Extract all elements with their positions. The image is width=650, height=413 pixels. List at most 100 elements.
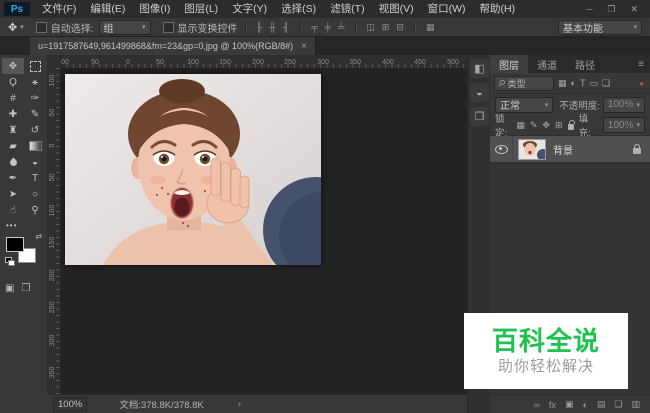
align-left-edges-icon[interactable]: ╟	[253, 22, 266, 32]
layer-lock-icon	[633, 148, 641, 154]
edit-toolbar-icon[interactable]: •••	[6, 221, 17, 230]
ellipse-tool[interactable]: ○	[24, 186, 46, 202]
adjustment-layer-icon[interactable]: ◐	[582, 400, 587, 410]
separator	[414, 21, 415, 33]
delete-layer-icon[interactable]: ▥	[631, 399, 640, 410]
crop-tool[interactable]: #	[2, 90, 24, 106]
link-layers-icon[interactable]: ∞	[534, 400, 540, 410]
rectangular-marquee-tool[interactable]	[24, 58, 46, 74]
filter-adjustment-layers-icon[interactable]: ◐	[571, 78, 576, 88]
document-tab[interactable]: u=1917587649,961499868&fm=23&gp=0.jpg @ …	[30, 37, 316, 55]
move-tool[interactable]: ✥	[2, 58, 24, 74]
layer-effects-icon[interactable]: fx	[549, 400, 556, 410]
align-vertical-centers-icon[interactable]: ╪	[321, 22, 334, 32]
tab-paths[interactable]: 路径	[566, 55, 604, 73]
maximize-icon[interactable]: ❐	[607, 4, 615, 15]
align-top-edges-icon[interactable]: ╤	[308, 22, 321, 32]
filter-toggle-icon[interactable]: ●	[639, 79, 646, 88]
chevron-down-icon: ▾	[636, 101, 640, 109]
gradient-tool[interactable]	[24, 138, 46, 154]
layer-thumbnail[interactable]	[518, 139, 546, 160]
filter-smart-objects-icon[interactable]: ❑	[602, 78, 610, 89]
dodge-tool[interactable]: ◒	[24, 154, 46, 170]
menu-filter[interactable]: 滤镜(T)	[323, 0, 371, 18]
path-selection-tool[interactable]: ➤	[2, 186, 24, 202]
blur-tool[interactable]	[2, 154, 24, 170]
auto-select-checkbox[interactable]	[36, 22, 47, 33]
lock-all-icon[interactable]	[568, 124, 574, 130]
menu-edit[interactable]: 编辑(E)	[83, 0, 132, 18]
close-icon[interactable]: ✕	[630, 4, 638, 15]
color-panel-icon[interactable]: ◧	[470, 59, 489, 78]
distribute-left-icon[interactable]: ◫	[363, 22, 379, 33]
menu-type[interactable]: 文字(Y)	[225, 0, 274, 18]
layer-mask-icon[interactable]: ▣	[565, 399, 574, 410]
workspace-dropdown[interactable]: 基本功能 ▾	[558, 20, 642, 35]
fill-dropdown[interactable]: 100% ▾	[603, 117, 645, 133]
menu-file[interactable]: 文件(F)	[35, 0, 83, 18]
separator	[300, 21, 301, 33]
distribute-right-icon[interactable]: ⊟	[393, 22, 408, 33]
status-chevron-icon[interactable]: ›	[238, 399, 241, 410]
quick-selection-tool[interactable]: ⚹	[24, 74, 46, 90]
filter-pixel-layers-icon[interactable]: ▦	[558, 78, 567, 89]
lasso-tool[interactable]: Ϙ	[2, 74, 24, 90]
libraries-panel-icon[interactable]: ❒	[470, 107, 489, 126]
foreground-color-swatch[interactable]	[6, 237, 24, 252]
lock-transparency-icon[interactable]: ▦	[516, 120, 525, 131]
document-image[interactable]	[65, 74, 321, 265]
adjustments-panel-icon[interactable]: ◒	[470, 83, 489, 102]
lock-pixels-icon[interactable]: ✎	[530, 120, 538, 131]
spot-healing-brush-tool[interactable]: ✚	[2, 106, 24, 122]
eye-icon	[495, 145, 508, 154]
eyedropper-tool[interactable]: ✑	[24, 90, 46, 106]
lock-artboard-icon[interactable]: ⊞	[555, 120, 563, 131]
default-colors-icon[interactable]	[5, 257, 15, 266]
pen-tool[interactable]: ✒	[2, 170, 24, 186]
type-tool[interactable]: T	[24, 170, 46, 186]
layer-group-icon[interactable]: ▤	[597, 399, 606, 410]
tab-close-icon[interactable]: ×	[301, 41, 307, 52]
show-transform-checkbox[interactable]	[163, 22, 174, 33]
lock-position-icon[interactable]: ✥	[542, 120, 550, 131]
align-horizontal-centers-icon[interactable]: ╫	[266, 22, 279, 32]
menu-layer[interactable]: 图层(L)	[177, 0, 225, 18]
menu-window[interactable]: 窗口(W)	[421, 0, 473, 18]
panel-menu-icon[interactable]: ≡	[632, 55, 650, 73]
clone-stamp-tool[interactable]: ♜	[2, 122, 24, 138]
minimize-icon[interactable]: ─	[586, 4, 592, 15]
zoom-tool[interactable]: ⚲	[24, 202, 46, 218]
brush-tool[interactable]: ✎	[24, 106, 46, 122]
filter-shape-layers-icon[interactable]: ▭	[589, 78, 598, 89]
swap-colors-icon[interactable]: ⇄	[35, 232, 42, 241]
separator	[245, 21, 246, 33]
auto-select-dropdown[interactable]: 组 ▾	[99, 20, 151, 35]
hand-tool[interactable]: ☝	[2, 202, 24, 218]
quick-mask-icon[interactable]: ▣	[5, 283, 14, 294]
zoom-level-field[interactable]: 100%	[53, 397, 87, 412]
eraser-tool[interactable]: ▰	[2, 138, 24, 154]
history-brush-tool[interactable]: ↺	[24, 122, 46, 138]
menu-view[interactable]: 视图(V)	[372, 0, 421, 18]
tab-layers[interactable]: 图层	[490, 55, 528, 73]
layer-visibility-toggle[interactable]	[490, 136, 513, 162]
menu-help[interactable]: 帮助(H)	[473, 0, 523, 18]
blend-mode-value: 正常	[500, 97, 520, 112]
auto-align-layers-icon[interactable]: ▦	[422, 22, 438, 33]
opacity-dropdown[interactable]: 100% ▾	[603, 97, 645, 113]
ruler-label: 0	[49, 139, 56, 152]
filter-type-layers-icon[interactable]: T	[580, 78, 586, 88]
align-right-edges-icon[interactable]: ╢	[279, 22, 292, 32]
filter-type-dropdown[interactable]: ⚲ 类型	[494, 76, 554, 91]
ruler-label: 150	[219, 59, 231, 66]
screen-mode-icon[interactable]: ❐	[21, 283, 30, 294]
menu-select[interactable]: 选择(S)	[274, 0, 323, 18]
menu-image[interactable]: 图像(I)	[132, 0, 177, 18]
layer-row-background[interactable]: 背景	[490, 136, 650, 163]
fill-label: 填充:	[579, 111, 595, 139]
align-bottom-edges-icon[interactable]: ╧	[334, 22, 347, 32]
new-layer-icon[interactable]: ❏	[614, 399, 622, 410]
distribute-center-icon[interactable]: ⊞	[378, 22, 393, 33]
tool-preset-chevron-icon[interactable]: ▾	[20, 23, 24, 31]
tab-channels[interactable]: 通道	[528, 55, 566, 73]
